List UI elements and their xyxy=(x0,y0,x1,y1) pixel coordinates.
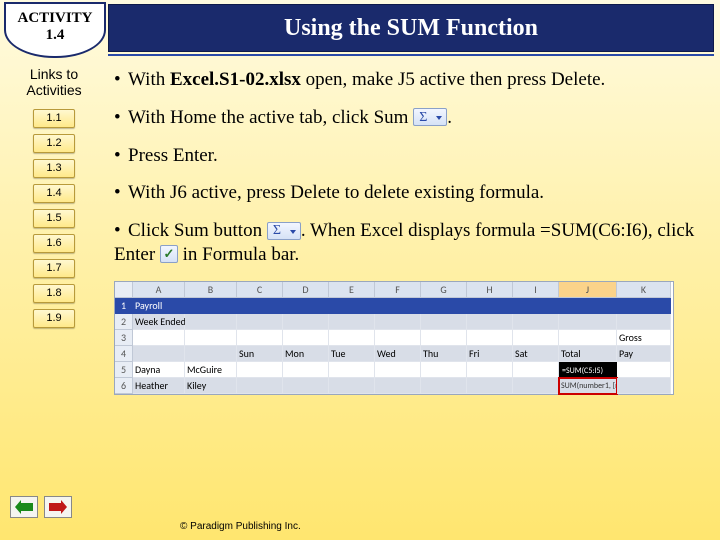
next-button[interactable] xyxy=(44,496,72,518)
cell-j6-tooltip: SUM(number1, [number2], ...) xyxy=(559,378,617,394)
arrow-right-icon xyxy=(49,500,67,514)
sidebar-item-1-5[interactable]: 1.5 xyxy=(33,209,75,228)
links-heading: Links to Activities xyxy=(26,66,81,98)
check-icon: ✓ xyxy=(160,245,178,263)
cell-j5-active: =SUM(C5:I5) xyxy=(559,362,617,378)
arrow-left-icon xyxy=(15,500,33,514)
sidebar-item-1-9[interactable]: 1.9 xyxy=(33,309,75,328)
sidebar-item-1-7[interactable]: 1.7 xyxy=(33,259,75,278)
sidebar-item-1-6[interactable]: 1.6 xyxy=(33,234,75,253)
prev-button[interactable] xyxy=(10,496,38,518)
bullet-5: •Click Sum button Σ. When Excel displays… xyxy=(114,219,704,267)
sidebar-item-1-2[interactable]: 1.2 xyxy=(33,134,75,153)
page-title: Using the SUM Function xyxy=(284,15,538,42)
nav-arrows xyxy=(10,496,72,518)
bullet-4: •With J6 active, press Delete to delete … xyxy=(114,181,704,205)
sidebar-item-1-8[interactable]: 1.8 xyxy=(33,284,75,303)
excel-screenshot: A B C D E F G H I J K 1 Payroll 2 Week E… xyxy=(114,281,674,395)
title-underline xyxy=(108,54,714,56)
title-bar: Using the SUM Function xyxy=(108,4,714,52)
sum-icon: Σ xyxy=(413,108,447,126)
sum-icon: Σ xyxy=(267,222,301,240)
bullet-1: •With Excel.S1-02.xlsx open, make J5 act… xyxy=(114,68,704,92)
activity-tab: ACTIVITY 1.4 xyxy=(4,2,106,58)
sidebar: Links to Activities 1.1 1.2 1.3 1.4 1.5 … xyxy=(0,60,108,540)
bullet-3: •Press Enter. xyxy=(114,144,704,168)
bullet-2: •With Home the active tab, click Sum Σ. xyxy=(114,106,704,130)
footer-copyright: © Paradigm Publishing Inc. xyxy=(180,521,301,532)
sidebar-item-1-4[interactable]: 1.4 xyxy=(33,184,75,203)
sidebar-item-1-3[interactable]: 1.3 xyxy=(33,159,75,178)
main-content: •With Excel.S1-02.xlsx open, make J5 act… xyxy=(108,60,720,540)
sidebar-item-1-1[interactable]: 1.1 xyxy=(33,109,75,128)
activity-number: 1.4 xyxy=(6,27,104,44)
activity-label: ACTIVITY xyxy=(6,10,104,27)
